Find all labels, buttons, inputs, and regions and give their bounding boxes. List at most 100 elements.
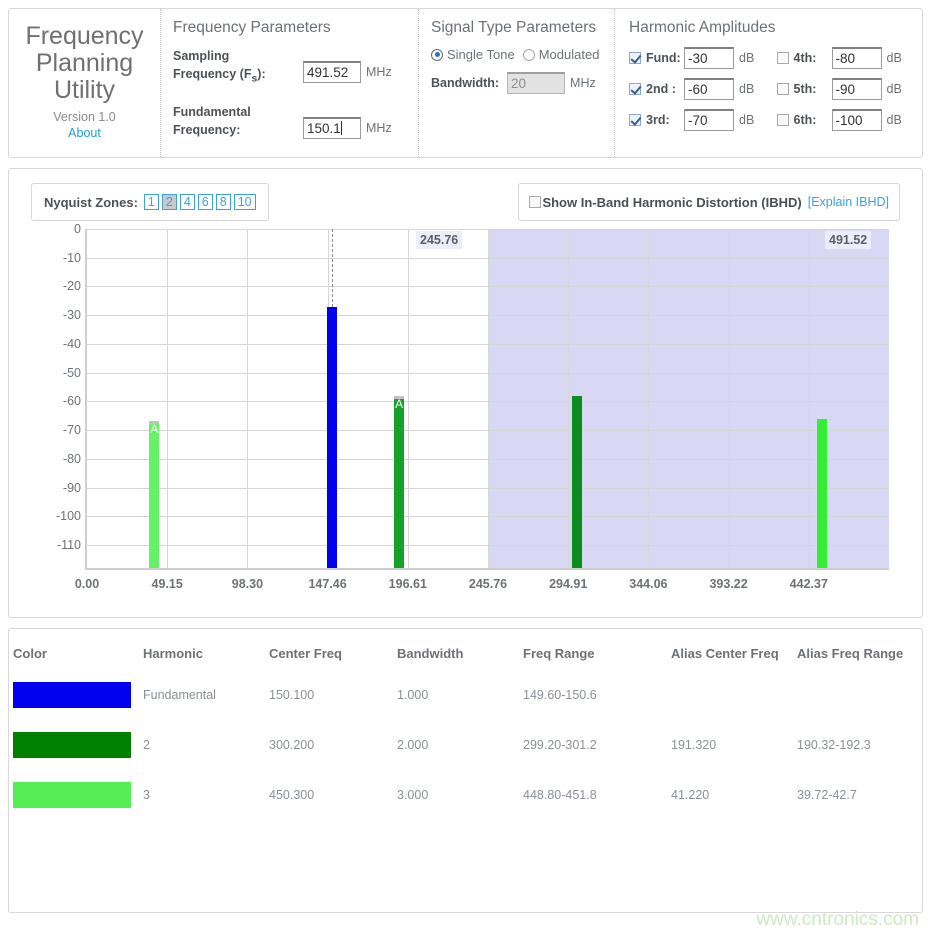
harmonic-unit-1: dB	[887, 47, 902, 69]
harmonic-label-4: 3rd:	[646, 113, 684, 127]
app-version: Version 1.0	[21, 110, 148, 124]
nyquist-zone-button-4[interactable]: 4	[180, 194, 195, 210]
color-swatch-cell	[9, 770, 139, 820]
harmonic-checkbox-1[interactable]	[777, 52, 789, 64]
y-axis-tick-label: -70	[63, 423, 81, 437]
y-axis-tick-label: -50	[63, 366, 81, 380]
table-cell-center-freq: 150.100	[265, 670, 393, 720]
x-axis-tick-label: 196.61	[389, 577, 427, 591]
harmonic-unit-3: dB	[887, 78, 902, 100]
ibhd-checkbox[interactable]	[529, 196, 541, 208]
frequency-parameters-title: Frequency Parameters	[173, 19, 406, 37]
radio-single-tone-label: Single Tone	[447, 47, 515, 62]
sampling-frequency-label-line1: Sampling	[173, 47, 303, 65]
table-cell-freq-range: 299.20-301.2	[519, 720, 667, 770]
harmonic-value-input-1[interactable]: -80	[832, 47, 882, 69]
table-cell-center-freq: 450.300	[265, 770, 393, 820]
table-cell-bandwidth: 2.000	[393, 720, 519, 770]
table-cell-alias-center-freq: 191.320	[667, 720, 793, 770]
harmonic-checkbox-3[interactable]	[777, 83, 789, 95]
harmonic-value-input-4[interactable]: -70	[684, 109, 734, 131]
x-axis-tick-label: 393.22	[709, 577, 747, 591]
x-axis-tick-label: 98.30	[232, 577, 263, 591]
gridline-vertical	[488, 229, 489, 568]
explain-ibhd-link[interactable]: [Explain IBHD]	[808, 195, 889, 209]
harmonic-checkbox-0[interactable]	[629, 52, 641, 64]
y-axis-tick-label: -30	[63, 308, 81, 322]
plot-area[interactable]: 0-10-20-30-40-50-60-70-80-90-100-1100.00…	[85, 229, 889, 570]
x-axis-tick-label: 147.46	[308, 577, 346, 591]
signal-type-title: Signal Type Parameters	[431, 19, 602, 37]
table-cell-freq-range: 448.80-451.8	[519, 770, 667, 820]
harmonic-checkbox-5[interactable]	[777, 114, 789, 126]
app-title: Frequency Planning Utility	[21, 23, 148, 104]
zone-end-label: 491.52	[825, 231, 871, 249]
fundamental-frequency-label: Fundamental Frequency:	[173, 103, 303, 139]
nyquist-zone-button-8[interactable]: 8	[216, 194, 231, 210]
brand-block: Frequency Planning Utility Version 1.0 A…	[9, 9, 161, 157]
sampling-label-suffix: ):	[257, 67, 265, 81]
sampling-frequency-unit: MHz	[366, 61, 392, 83]
y-axis-tick-label: 0	[74, 222, 81, 236]
nyquist-zone-button-2[interactable]: 2	[162, 194, 177, 210]
x-axis-tick-label: 0.00	[75, 577, 99, 591]
table-header-cell: Freq Range	[519, 629, 667, 670]
harmonic-amplitude-item: 3rd:-70dB	[629, 109, 761, 131]
harmonic-value-input-0[interactable]: -30	[684, 47, 734, 69]
signal-type-radio-group: Single Tone Modulated	[431, 47, 602, 62]
bandwidth-label: Bandwidth:	[431, 76, 499, 90]
sampling-frequency-input[interactable]: 491.52	[303, 61, 361, 83]
harmonic-checkbox-4[interactable]	[629, 114, 641, 126]
harmonic-value-input-2[interactable]: -60	[684, 78, 734, 100]
nyquist-zone-button-10[interactable]: 10	[234, 194, 256, 210]
about-link[interactable]: About	[21, 126, 148, 140]
table-cell-alias-center-freq	[667, 670, 793, 720]
harmonic-amplitude-item: 2nd :-60dB	[629, 78, 761, 100]
color-swatch	[13, 732, 131, 758]
nyquist-zone-button-1[interactable]: 1	[144, 194, 159, 210]
bandwidth-unit: MHz	[570, 72, 596, 94]
table-row: 2300.2002.000299.20-301.2191.320190.32-1…	[9, 720, 922, 770]
x-axis-tick-label: 442.37	[790, 577, 828, 591]
table-cell-harmonic: 2	[139, 720, 265, 770]
table-cell-center-freq: 300.200	[265, 720, 393, 770]
table-row: 3450.3003.000448.80-451.841.22039.72-42.…	[9, 770, 922, 820]
nyquist-zone-button-6[interactable]: 6	[198, 194, 213, 210]
harmonic-amplitude-item: 6th:-100dB	[777, 109, 909, 131]
nyquist-zone-buttons: 1246810	[141, 193, 256, 212]
color-swatch	[13, 682, 131, 708]
fundamental-frequency-row: Fundamental Frequency: 150.1 MHz	[173, 103, 406, 139]
harmonic-label-3: 5th:	[794, 82, 832, 96]
spectrum-bar-fundamental[interactable]	[327, 307, 337, 568]
harmonic-value-input-5[interactable]: -100	[832, 109, 882, 131]
x-axis-tick-label: 344.06	[629, 577, 667, 591]
y-axis-tick-label: -10	[63, 251, 81, 265]
radio-modulated-label: Modulated	[539, 47, 600, 62]
app-title-line-2: Planning	[21, 50, 148, 77]
y-axis-tick-label: -60	[63, 394, 81, 408]
y-axis-tick-label: -90	[63, 481, 81, 495]
fundamental-frequency-input[interactable]: 150.1	[303, 117, 361, 139]
table-header-cell: Color	[9, 629, 139, 670]
radio-single-tone[interactable]	[431, 49, 443, 61]
table-header-cell: Harmonic	[139, 629, 265, 670]
spectrum-bar-2nd-harmonic[interactable]	[572, 396, 582, 568]
gridline-vertical	[247, 229, 248, 568]
harmonic-amplitude-grid: Fund:-30dB4th:-80dB2nd :-60dB5th:-90dB3r…	[629, 47, 908, 131]
nyquist-zones-selector: Nyquist Zones: 1246810	[31, 183, 269, 221]
spectrum-bar-alias-3rd[interactable]: A	[149, 421, 159, 568]
radio-modulated[interactable]	[523, 49, 535, 61]
gridline-vertical	[729, 229, 730, 568]
harmonic-value-input-3[interactable]: -90	[832, 78, 882, 100]
watermark: www.cntronics.com	[756, 909, 919, 931]
spectrum-bar-alias-2nd[interactable]: A	[394, 396, 404, 568]
table-cell-alias-center-freq: 41.220	[667, 770, 793, 820]
table-cell-harmonic: Fundamental	[139, 670, 265, 720]
spectrum-bar-3rd-harmonic[interactable]	[817, 419, 827, 568]
fundamental-label-line1: Fundamental	[173, 103, 303, 121]
nyquist-zones-colon: :	[134, 195, 138, 210]
harmonic-checkbox-2[interactable]	[629, 83, 641, 95]
table-cell-alias-freq-range: 39.72-42.7	[793, 770, 922, 820]
harmonic-unit-4: dB	[739, 109, 754, 131]
y-axis-tick-label: -20	[63, 279, 81, 293]
